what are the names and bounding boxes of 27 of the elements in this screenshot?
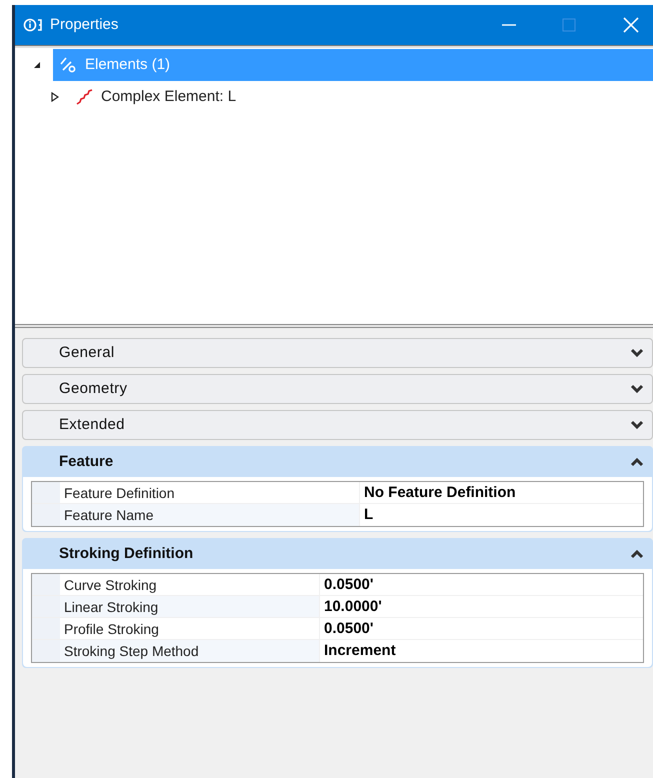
chevron-down-icon [630,420,644,430]
expand-arrow-icon[interactable] [51,92,61,102]
close-button[interactable] [623,17,639,33]
property-value: 0.0500' [323,575,374,595]
property-value: 10.0000' [323,597,383,617]
section-header[interactable]: Extended [22,410,653,440]
property-value: L [363,505,374,525]
property-label: Linear Stroking [60,596,320,617]
chevron-down-icon [630,384,644,394]
section-header[interactable]: Geometry [22,374,653,404]
tree-item[interactable]: Complex Element: L [69,81,242,113]
property-value: Increment [323,641,397,661]
elements-icon [59,56,77,74]
chevron-up-icon [630,457,644,467]
chevron-down-icon [630,348,644,358]
section-header[interactable]: Feature [23,447,652,477]
property-label: Feature Name [60,504,360,526]
curve-icon [75,88,93,106]
section-header[interactable]: Stroking Definition [23,539,652,569]
property-value: 0.0500' [323,619,374,639]
window-title: Properties [50,14,118,35]
chevron-up-icon [630,549,644,559]
properties-icon [23,18,45,32]
section-header[interactable]: General [22,338,653,368]
property-label: Stroking Step Method [60,640,320,662]
property-value: No Feature Definition [363,483,517,503]
collapse-arrow-icon[interactable] [33,61,43,69]
